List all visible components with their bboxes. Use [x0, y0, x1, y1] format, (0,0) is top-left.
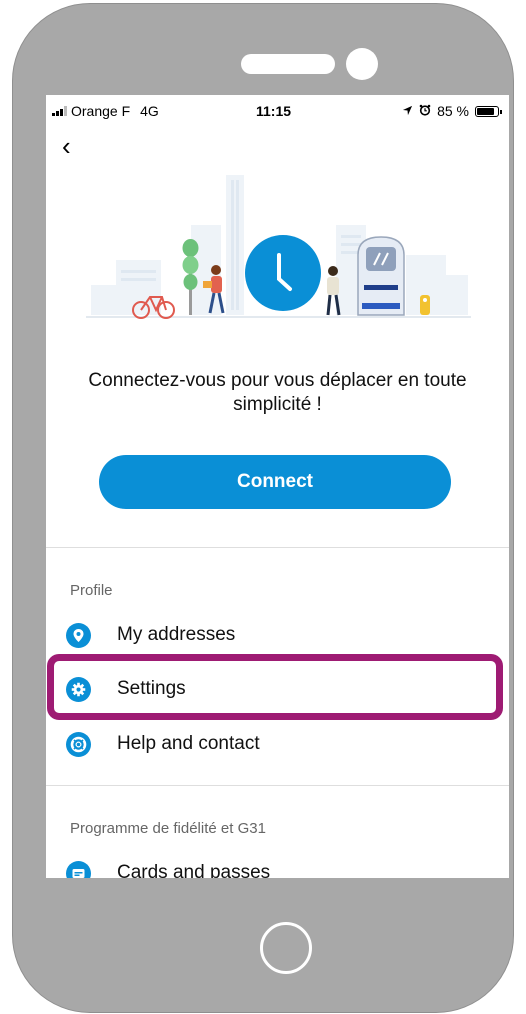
gear-icon	[66, 676, 91, 702]
lifebuoy-icon	[66, 731, 91, 757]
status-bar: Orange F 4G 11:15 85 %	[46, 95, 509, 125]
battery-percent: 85 %	[437, 103, 469, 119]
carrier-name: Orange F	[71, 103, 131, 119]
connect-message: Connectez-vous pour vous déplacer en tou…	[88, 370, 467, 415]
back-button[interactable]: ‹	[62, 133, 71, 159]
menu-item-label: Help and contact	[117, 733, 260, 754]
phone-camera	[346, 48, 378, 80]
phone-speaker	[241, 54, 335, 74]
location-arrow-icon	[402, 103, 413, 119]
battery-icon	[475, 105, 502, 117]
section-divider	[46, 547, 509, 548]
app-screen: Orange F 4G 11:15 85 % ‹ Connectez-vous …	[46, 95, 509, 878]
section-divider	[46, 785, 509, 786]
hero-illustration	[86, 175, 471, 319]
connect-button[interactable]: Connect	[99, 455, 451, 509]
alarm-icon	[419, 103, 431, 119]
card-icon	[66, 860, 91, 878]
menu-item-label: Settings	[117, 678, 186, 699]
loyalty-section-label: Programme de fidélité et G31	[70, 820, 266, 837]
status-time: 11:15	[256, 103, 292, 119]
menu-item-label: My addresses	[117, 624, 236, 645]
signal-icon	[52, 106, 67, 116]
menu-item-label: Cards and passes	[117, 862, 271, 878]
menu-item-my-addresses[interactable]: My addresses	[46, 613, 509, 657]
chevron-left-icon: ‹	[62, 131, 71, 161]
location-pin-icon	[66, 622, 91, 648]
connect-button-label: Connect	[237, 471, 313, 492]
menu-item-cards-and-passes[interactable]: Cards and passes	[46, 851, 509, 878]
network-type: 4G	[140, 103, 159, 119]
profile-section-label: Profile	[70, 582, 113, 599]
home-button[interactable]	[260, 922, 312, 974]
menu-item-settings[interactable]: Settings	[46, 667, 509, 711]
menu-item-help-and-contact[interactable]: Help and contact	[46, 722, 509, 766]
